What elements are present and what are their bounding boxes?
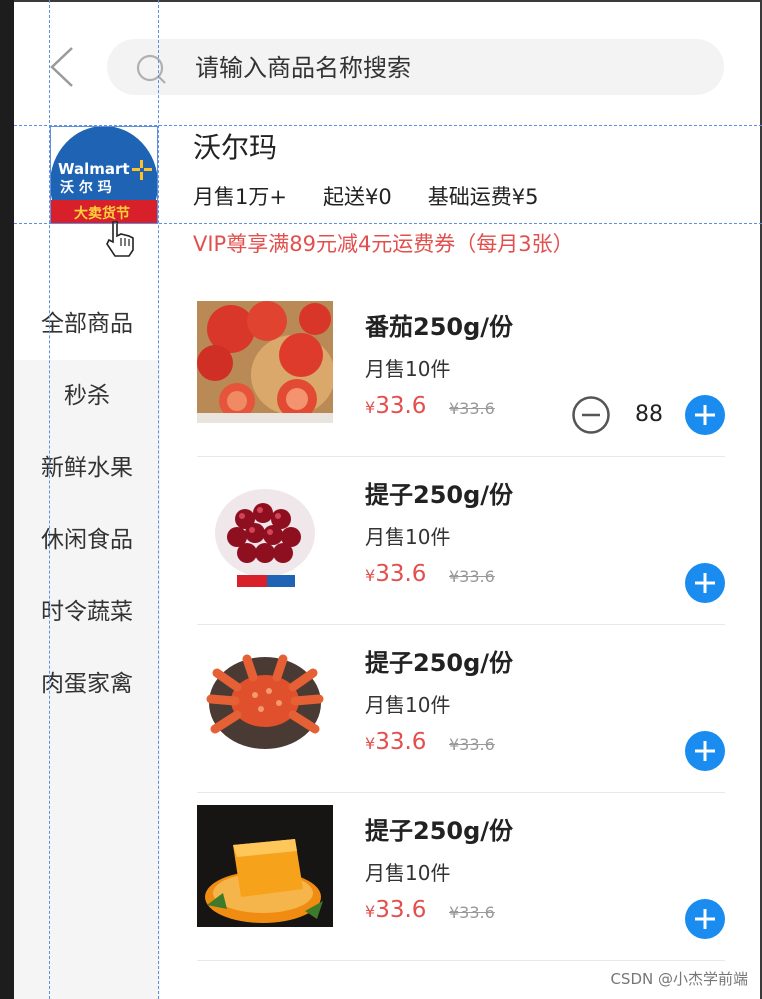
product-image-tomato[interactable] bbox=[197, 301, 333, 423]
plus-circle-icon bbox=[685, 899, 725, 939]
product-price: ¥33.6 bbox=[365, 393, 427, 419]
add-to-cart-button[interactable] bbox=[685, 731, 725, 771]
product-original-price: ¥33.6 bbox=[449, 399, 495, 418]
product-name: 提子250g/份 bbox=[365, 817, 514, 845]
product-image-orange-jelly[interactable] bbox=[197, 805, 333, 927]
plus-circle-icon bbox=[685, 563, 725, 603]
search-icon bbox=[136, 54, 166, 84]
product-original-price: ¥33.6 bbox=[449, 735, 495, 754]
guide-line bbox=[158, 0, 159, 999]
add-to-cart-button[interactable] bbox=[685, 395, 725, 435]
delivery-fee: 基础运费¥5 bbox=[427, 185, 539, 209]
product-item[interactable]: 提子250g/份 月售10件 ¥33.6 ¥33.6 bbox=[197, 457, 725, 625]
category-vegetables[interactable]: 时令蔬菜 bbox=[14, 576, 160, 648]
guide-line bbox=[49, 0, 50, 999]
min-order: 起送¥0 bbox=[322, 185, 392, 209]
search-bar[interactable] bbox=[107, 39, 724, 97]
plus-circle-icon bbox=[685, 731, 725, 771]
plus-circle-icon bbox=[685, 395, 725, 435]
product-name: 番茄250g/份 bbox=[365, 313, 514, 341]
divider bbox=[197, 960, 725, 961]
product-original-price: ¥33.6 bbox=[449, 903, 495, 922]
monthly-sales: 月售1万+ bbox=[193, 185, 287, 209]
category-meat-eggs[interactable]: 肉蛋家禽 bbox=[14, 648, 160, 720]
category-sidebar: 全部商品 秒杀 新鲜水果 休闲食品 时令蔬菜 肉蛋家禽 bbox=[14, 288, 160, 720]
guide-line bbox=[14, 125, 762, 126]
hand-cursor-icon bbox=[106, 221, 134, 257]
window-edge bbox=[0, 0, 14, 999]
vip-promo[interactable]: VIP尊享满89元减4元运费券（每月3张） bbox=[193, 228, 574, 258]
chevron-left-icon bbox=[50, 47, 73, 87]
product-item[interactable]: 提子250g/份 月售10件 ¥33.6 ¥33.6 bbox=[197, 793, 725, 961]
product-sales: 月售10件 bbox=[365, 357, 451, 381]
decrease-quantity-button[interactable] bbox=[571, 395, 611, 435]
product-original-price: ¥33.6 bbox=[449, 567, 495, 586]
guide-line bbox=[14, 223, 762, 224]
product-price: ¥33.6 bbox=[365, 729, 427, 755]
product-sales: 月售10件 bbox=[365, 861, 451, 885]
category-snacks[interactable]: 休闲食品 bbox=[14, 504, 160, 576]
product-name: 提子250g/份 bbox=[365, 649, 514, 677]
shop-stats: 月售1万+ 起送¥0 基础运费¥5 bbox=[193, 181, 574, 211]
watermark: CSDN @小杰学前端 bbox=[610, 970, 748, 988]
product-price: ¥33.6 bbox=[365, 897, 427, 923]
back-button[interactable] bbox=[44, 44, 84, 90]
search-input[interactable] bbox=[193, 39, 697, 97]
category-flash-sale[interactable]: 秒杀 bbox=[14, 360, 160, 432]
product-item[interactable]: 番茄250g/份 月售10件 ¥33.6 ¥33.6 88 bbox=[197, 289, 725, 457]
category-fresh-fruit[interactable]: 新鲜水果 bbox=[14, 432, 160, 504]
product-price: ¥33.6 bbox=[365, 561, 427, 587]
add-to-cart-button[interactable] bbox=[685, 899, 725, 939]
shop-name: 沃尔玛 bbox=[193, 131, 278, 164]
inspector-highlight bbox=[50, 126, 158, 224]
quantity-value: 88 bbox=[635, 402, 663, 427]
product-item[interactable]: 提子250g/份 月售10件 ¥33.6 ¥33.6 bbox=[197, 625, 725, 793]
product-name: 提子250g/份 bbox=[365, 481, 514, 509]
minus-circle-icon bbox=[572, 396, 610, 434]
product-sales: 月售10件 bbox=[365, 525, 451, 549]
product-image-cherries[interactable] bbox=[197, 469, 333, 591]
product-image-crab[interactable] bbox=[197, 637, 333, 759]
add-to-cart-button[interactable] bbox=[685, 563, 725, 603]
window-edge-top bbox=[14, 0, 762, 2]
category-all[interactable]: 全部商品 bbox=[14, 288, 160, 360]
product-sales: 月售10件 bbox=[365, 693, 451, 717]
